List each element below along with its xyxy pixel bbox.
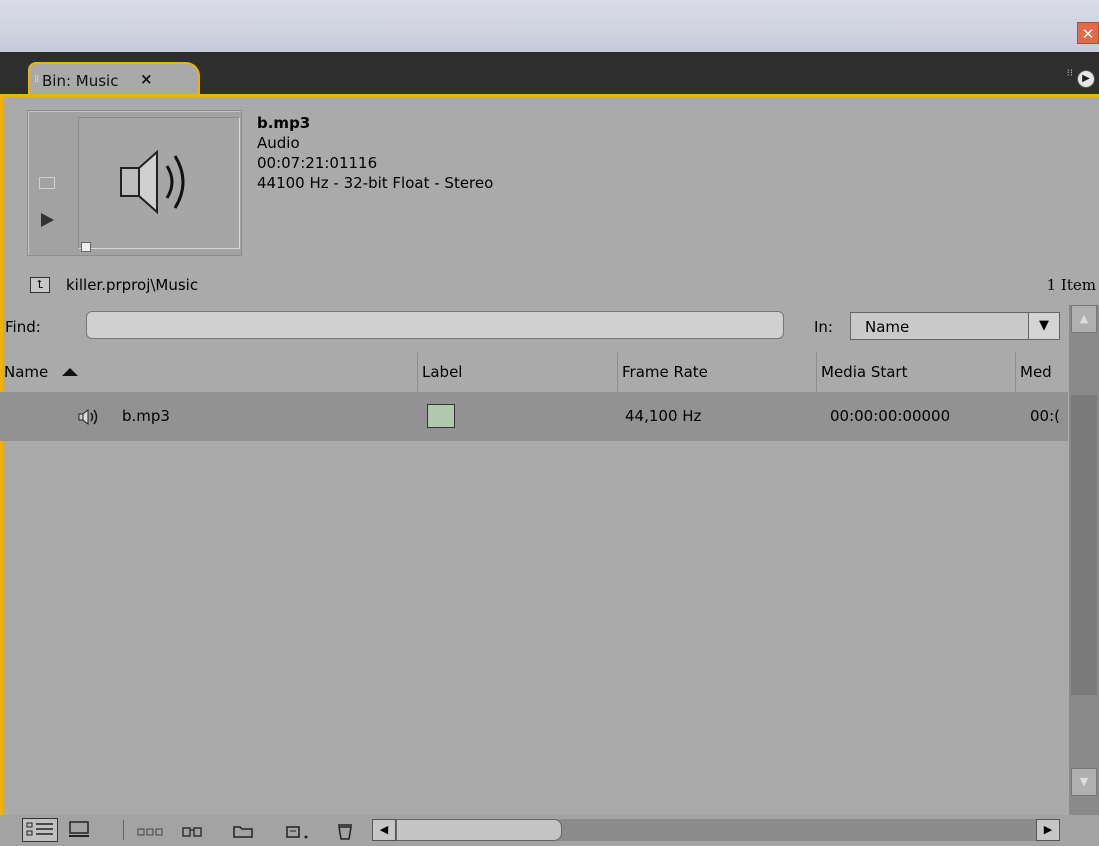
- row-name: b.mp3: [122, 407, 170, 425]
- automate-to-sequence-icon[interactable]: [136, 821, 166, 841]
- scroll-left-icon[interactable]: ◀: [372, 819, 396, 841]
- toolbar-separator: [123, 820, 124, 840]
- icon-view-icon[interactable]: [68, 820, 90, 838]
- speaker-icon: [120, 149, 185, 215]
- chevron-down-icon[interactable]: ▼: [1028, 313, 1059, 339]
- bin-path: killer.prproj\Music: [66, 276, 199, 294]
- column-header-media-start[interactable]: Media Start: [817, 352, 1016, 392]
- tab-label: Bin: Music: [42, 72, 119, 90]
- clip-format: 44100 Hz - 32-bit Float - Stereo: [257, 174, 494, 192]
- panel-menu-button[interactable]: ▶: [1077, 70, 1095, 88]
- find-label: Find:: [5, 318, 41, 336]
- clip-thumbnail: [78, 117, 240, 252]
- list-view-icon: [26, 822, 53, 836]
- path-row: ⮤ killer.prproj\Music 1 Item: [30, 276, 1096, 296]
- window-close-button[interactable]: ✕: [1077, 22, 1099, 44]
- item-count: 1 Item: [1046, 276, 1096, 294]
- table-header: Name Label Frame Rate Media Start Med: [0, 352, 1068, 392]
- audio-clip-icon: [78, 408, 98, 426]
- play-icon[interactable]: [41, 213, 54, 227]
- new-item-icon[interactable]: [284, 821, 312, 841]
- find-icon[interactable]: [180, 821, 206, 841]
- scroll-right-icon[interactable]: ▶: [1036, 819, 1060, 841]
- tab-close-button[interactable]: ×: [140, 70, 153, 88]
- trash-icon[interactable]: [334, 821, 356, 841]
- window-title-bar: ✕: [0, 0, 1099, 53]
- horizontal-scroll-thumb[interactable]: [396, 819, 562, 841]
- in-label: In:: [814, 318, 833, 336]
- clip-type: Audio: [257, 134, 300, 152]
- in-select-value: Name: [865, 318, 910, 336]
- row-media-start: 00:00:00:00000: [830, 407, 951, 425]
- scroll-down-icon[interactable]: ▼: [1071, 768, 1097, 796]
- in-select[interactable]: Name ▼: [850, 312, 1060, 340]
- camera-icon[interactable]: [39, 177, 55, 189]
- tab-bin-music[interactable]: ⁞⁞ Bin: Music ×: [28, 62, 200, 96]
- sort-ascending-icon: [62, 367, 79, 376]
- clip-info: b.mp3 Audio 00:07:21:01116 44100 Hz - 32…: [257, 113, 493, 193]
- clip-duration: 00:07:21:01116: [257, 154, 378, 172]
- clip-name: b.mp3: [257, 114, 311, 132]
- tab-grip-icon[interactable]: ⁞⁞: [34, 74, 39, 85]
- bottom-toolbar: ◀ ▶: [0, 815, 1099, 846]
- column-header-media-end[interactable]: Med: [1016, 352, 1068, 392]
- horizontal-scrollbar[interactable]: [396, 819, 1036, 841]
- scroll-up-icon[interactable]: ▲: [1071, 305, 1097, 333]
- column-header-label[interactable]: Label: [418, 352, 618, 392]
- table-row[interactable]: b.mp3 44,100 Hz 00:00:00:00000 00:(: [0, 392, 1068, 441]
- row-media-end: 00:(: [1030, 407, 1060, 425]
- column-header-name[interactable]: Name: [0, 352, 418, 392]
- find-input[interactable]: [86, 311, 784, 339]
- up-folder-icon[interactable]: ⮤: [30, 277, 50, 293]
- list-view-button[interactable]: [22, 818, 58, 842]
- label-color-swatch[interactable]: [427, 404, 455, 428]
- vertical-scroll-thumb[interactable]: [1071, 395, 1097, 695]
- clip-preview: [27, 110, 242, 256]
- row-frame-rate: 44,100 Hz: [625, 407, 702, 425]
- new-bin-icon[interactable]: [232, 821, 254, 841]
- panel-grip-icon[interactable]: ⁝⁝: [1067, 68, 1073, 79]
- vertical-scrollbar[interactable]: ▲ ▼: [1069, 305, 1099, 816]
- poster-frame-slider[interactable]: [81, 242, 91, 252]
- column-header-frame-rate[interactable]: Frame Rate: [618, 352, 817, 392]
